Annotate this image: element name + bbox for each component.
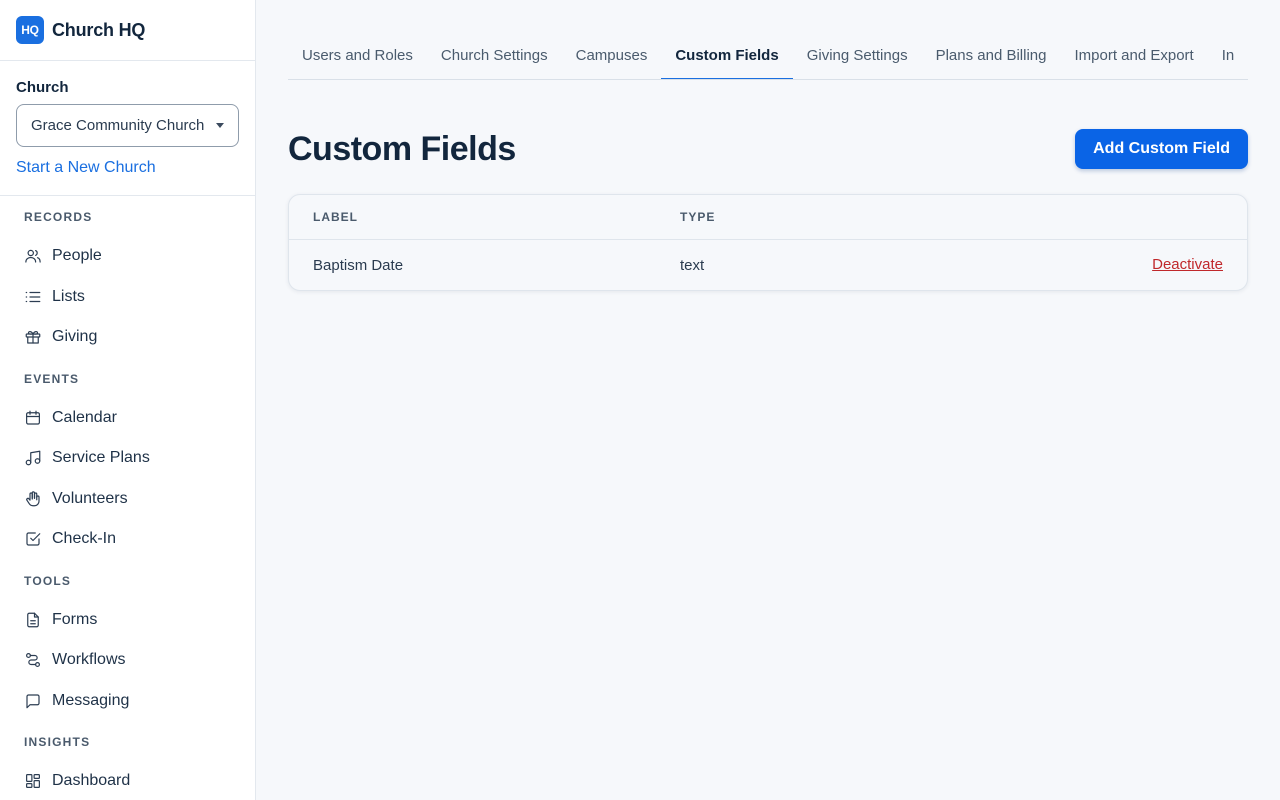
sidebar-item-label: Messaging (52, 691, 130, 709)
tab-church-settings[interactable]: Church Settings (427, 31, 562, 79)
sidebar-item-label: Check-In (52, 530, 117, 548)
route-icon (26, 653, 40, 668)
tab-custom-fields[interactable]: Custom Fields (661, 31, 794, 79)
column-header-type[interactable]: TYPE (680, 210, 980, 224)
sidebar-item-giving[interactable]: Giving (0, 317, 255, 358)
chevron-down-icon (216, 123, 224, 128)
sidebar-item-label: Lists (52, 287, 85, 305)
sidebar-item-dashboard[interactable]: Dashboard (0, 761, 255, 800)
brand: HQ Church HQ (0, 0, 255, 61)
tab-users-and-roles[interactable]: Users and Roles (288, 31, 427, 79)
page-title: Custom Fields (288, 129, 516, 168)
sidebar-item-service-plans[interactable]: Service Plans (0, 438, 255, 479)
tab-import-and-export[interactable]: Import and Export (1060, 31, 1207, 79)
cell-type: text (680, 256, 705, 274)
custom-fields-table: LABEL TYPE Baptism Date text Deactivate (288, 194, 1248, 291)
sidebar-item-check-in[interactable]: Check-In (0, 519, 255, 560)
document-icon (27, 612, 39, 628)
tab-truncated[interactable]: In (1208, 31, 1248, 79)
calendar-icon (26, 410, 40, 425)
sidebar-item-lists[interactable]: Lists (0, 277, 255, 318)
sidebar-item-messaging[interactable]: Messaging (0, 681, 255, 722)
dashboard-icon (26, 774, 40, 789)
checkbox-icon (26, 532, 41, 546)
sidebar-item-label: Calendar (52, 408, 117, 426)
people-icon (25, 250, 41, 263)
tab-giving-settings[interactable]: Giving Settings (793, 31, 922, 79)
church-label: Church (16, 79, 69, 96)
church-select-value: Grace Community Church (31, 117, 205, 134)
sidebar-item-label: People (52, 247, 102, 265)
nav-section-records: RECORDS (24, 210, 93, 224)
music-icon (25, 450, 41, 466)
start-new-church-link[interactable]: Start a New Church (16, 159, 239, 177)
brand-logo[interactable]: HQ (16, 16, 44, 44)
settings-tabs: Users and Roles Church Settings Campuses… (288, 0, 1248, 80)
cell-label: Baptism Date (313, 256, 404, 274)
table-header: LABEL TYPE (289, 195, 1247, 240)
nav-section-insights: INSIGHTS (24, 735, 91, 749)
church-select[interactable]: Grace Community Church (16, 104, 239, 147)
tab-campuses[interactable]: Campuses (562, 31, 662, 79)
column-header-label[interactable]: LABEL (289, 210, 680, 224)
list-icon (25, 291, 41, 302)
cell-action: Deactivate (980, 256, 1247, 274)
sidebar-item-calendar[interactable]: Calendar (0, 398, 255, 439)
sidebar-item-label: Dashboard (52, 772, 131, 790)
sidebar-item-label: Service Plans (52, 449, 150, 467)
table-row: Baptism Date text Deactivate (289, 240, 1247, 290)
tab-plans-and-billing[interactable]: Plans and Billing (922, 31, 1061, 79)
main-content: Users and Roles Church Settings Campuses… (288, 0, 1248, 291)
nav-section-events: EVENTS (24, 371, 80, 386)
sidebar-nav: RECORDS People Lists Giving EVENTS Calen… (0, 196, 255, 800)
sidebar-item-workflows[interactable]: Workflows (0, 640, 255, 681)
sidebar-item-label: Forms (52, 610, 98, 628)
church-selector-block: Church Grace Community Church Start a Ne… (0, 61, 255, 196)
sidebar-item-forms[interactable]: Forms (0, 600, 255, 641)
sidebar-item-people[interactable]: People (0, 236, 255, 277)
hand-icon (26, 491, 40, 507)
sidebar-item-volunteers[interactable]: Volunteers (0, 479, 255, 520)
brand-name[interactable]: Church HQ (52, 20, 145, 41)
deactivate-link[interactable]: Deactivate (1152, 256, 1223, 273)
sidebar-item-label: Workflows (52, 651, 126, 669)
gift-icon (25, 331, 41, 344)
sidebar-item-label: Volunteers (52, 489, 128, 507)
sidebar: HQ Church HQ Church Grace Community Chur… (0, 0, 256, 800)
add-custom-field-button[interactable]: Add Custom Field (1075, 129, 1248, 169)
chat-icon (26, 694, 40, 709)
nav-section-tools: TOOLS (24, 573, 72, 588)
sidebar-item-label: Giving (52, 328, 98, 346)
page-header: Custom Fields Add Custom Field (288, 128, 1248, 170)
